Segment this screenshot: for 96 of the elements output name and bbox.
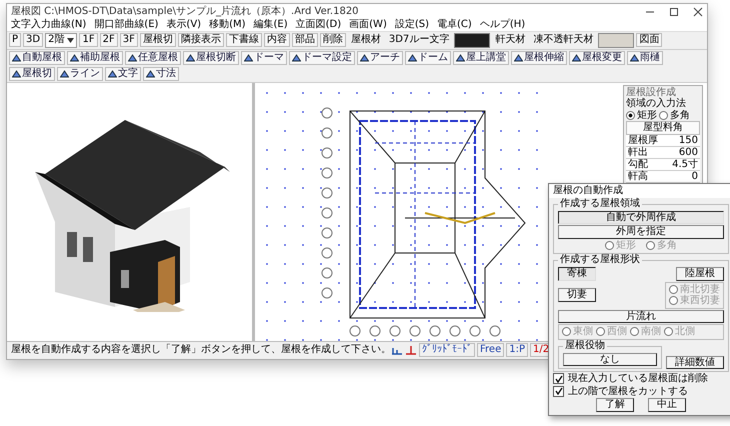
toolbar-label: 屋根材 xyxy=(350,34,382,46)
roof-shape-button[interactable]: 陸屋根 xyxy=(676,267,724,280)
toolbar-button[interactable]: 3F xyxy=(120,33,138,47)
group-label: 屋根役物 xyxy=(563,340,607,351)
area-button[interactable]: 外周を指定 xyxy=(558,225,724,238)
toolbar-button[interactable]: 屋上講堂 xyxy=(453,50,509,64)
menu-item[interactable]: 立面図(D) xyxy=(296,19,342,30)
panel-header: 屋型料角 xyxy=(626,121,700,134)
checkbox-label: 現在入力している屋根面は削除 xyxy=(568,373,708,384)
roof-icon xyxy=(456,54,465,62)
radio-option[interactable]: 多角 xyxy=(659,110,690,121)
toolbar-button[interactable]: 補助屋根 xyxy=(67,50,123,64)
detail-button[interactable]: 詳細数値 xyxy=(666,356,724,369)
property-label: 屋根厚 xyxy=(628,134,658,146)
checkbox[interactable] xyxy=(553,386,564,397)
toolbar-button[interactable]: ドーマ設定 xyxy=(289,50,355,64)
toolbar-label: 3D7ルー文字 xyxy=(388,34,450,46)
input-method-label: 領域の入力法 xyxy=(626,98,687,110)
ok-button[interactable]: 了解 xyxy=(596,398,634,412)
menu-item[interactable]: 設定(S) xyxy=(394,19,430,30)
toolbar-button[interactable]: 3D xyxy=(23,33,44,47)
trim-button[interactable]: なし xyxy=(563,352,657,366)
floor-select[interactable]: 2階 xyxy=(45,32,78,48)
property-value: 150 xyxy=(678,134,698,146)
toolbar-button[interactable]: 屋根切 xyxy=(9,66,55,80)
toolbar-button[interactable]: ドーム xyxy=(405,50,451,64)
property-label: 軒出 xyxy=(628,146,648,158)
toolbar-label: 軒天材 xyxy=(494,34,526,46)
roof-icon xyxy=(244,54,253,62)
axis-icon[interactable] xyxy=(405,345,417,355)
toolbar-button[interactable]: ライン xyxy=(57,66,103,80)
toolbar-button[interactable]: 自動屋根 xyxy=(9,50,65,64)
property-value: 0 xyxy=(692,170,698,182)
checkbox[interactable] xyxy=(553,373,564,384)
color-swatch[interactable] xyxy=(454,32,490,48)
group-label: 作成する屋根形状 xyxy=(558,254,642,266)
toolbar-button[interactable]: 削除 xyxy=(320,33,346,47)
property-value: 4.5寸 xyxy=(672,158,698,170)
roof-shape-button[interactable]: 片流れ xyxy=(558,310,724,323)
dialog-title: 屋根の自動作成 xyxy=(549,184,730,198)
roof-icon xyxy=(408,54,417,62)
ruler-icon[interactable] xyxy=(391,345,403,355)
toolbar-button[interactable]: 部品 xyxy=(292,33,318,47)
color-swatch[interactable] xyxy=(598,32,634,48)
property-label: 軒高 xyxy=(628,170,648,182)
status-indicator[interactable]: 1:P xyxy=(506,343,528,357)
area-button[interactable]: 自動で外周作成 xyxy=(558,210,724,224)
roof-icon xyxy=(360,54,369,62)
toolbar-button[interactable]: 屋根変更 xyxy=(569,50,625,64)
toolbar-button[interactable]: 文字 xyxy=(105,66,141,80)
roof-icon xyxy=(514,54,523,62)
toolbar-button[interactable]: 任意屋根 xyxy=(125,50,181,64)
roof-shape-button[interactable]: 切妻 xyxy=(558,288,596,302)
close-icon[interactable] xyxy=(693,6,703,16)
menu-item[interactable]: 画面(W) xyxy=(349,19,387,30)
roof-icon xyxy=(630,54,639,62)
toolbar-button[interactable]: 1F xyxy=(79,33,98,47)
status-indicator[interactable]: Free xyxy=(477,343,504,357)
roof-shape-button[interactable]: 寄棟 xyxy=(558,267,596,280)
menu-item[interactable]: 編集(E) xyxy=(254,19,288,30)
roof-icon xyxy=(572,54,581,62)
maximize-icon[interactable] xyxy=(669,6,679,16)
toolbar-button[interactable]: 隣接表示 xyxy=(178,33,224,47)
roof-icon xyxy=(186,54,195,62)
panel-title: 屋根設作成 xyxy=(626,86,677,98)
toolbar-button[interactable]: 図面 xyxy=(636,33,662,47)
group-label: 作成する屋根領域 xyxy=(558,198,642,209)
toolbar-button[interactable]: 屋根伸縮 xyxy=(511,50,567,64)
menu-item[interactable]: 移動(M) xyxy=(209,19,246,30)
property-value: 600 xyxy=(678,146,698,158)
menu-item[interactable]: 電卓(C) xyxy=(437,19,472,30)
cancel-button[interactable]: 中止 xyxy=(648,398,686,412)
menu-item[interactable]: 表示(V) xyxy=(166,19,202,30)
toolbar-button[interactable]: ドーマ xyxy=(241,50,287,64)
menu-item[interactable]: 文字入力曲線(N) xyxy=(11,19,86,30)
toolbar-button[interactable]: 下書線 xyxy=(226,33,262,47)
roof-icon xyxy=(292,54,301,62)
toolbar-button[interactable]: 2F xyxy=(100,33,118,47)
toolbar-button[interactable]: 内容 xyxy=(264,33,290,47)
checkbox-label: 上の階で屋根をカットする xyxy=(568,386,688,397)
menu-item[interactable]: ヘルプ(H) xyxy=(480,19,526,30)
roof-icon xyxy=(108,70,117,78)
toolbar-label: 凍不透軒天材 xyxy=(532,34,594,46)
toolbar-button[interactable]: P xyxy=(9,33,22,47)
toolbar-button[interactable]: アーチ xyxy=(357,50,403,64)
menu-item[interactable]: 開口部曲線(E) xyxy=(94,19,158,30)
toolbar-button[interactable]: 寸法 xyxy=(143,66,179,80)
status-indicator[interactable]: ｸﾞﾘｯﾄﾞﾓｰﾄﾞ xyxy=(419,343,475,357)
caret-icon xyxy=(67,38,74,42)
toolbar-button[interactable]: 屋根切 xyxy=(140,33,176,47)
window-title: 屋根図 C:\HMOS-DT\Data\sample\サンプル_片流れ（原本）.Ard Ver.1820 xyxy=(11,6,359,18)
toolbar-button[interactable]: 屋根切断 xyxy=(183,50,239,64)
status-message: 屋根を自動作成する内容を選択し「了解」ボタンを押して、屋根を作成して下さい。 xyxy=(11,344,391,356)
property-label: 勾配 xyxy=(628,158,648,170)
radio-option[interactable]: 矩形 xyxy=(626,110,657,121)
toolbar-button[interactable]: 雨樋 xyxy=(627,50,663,64)
